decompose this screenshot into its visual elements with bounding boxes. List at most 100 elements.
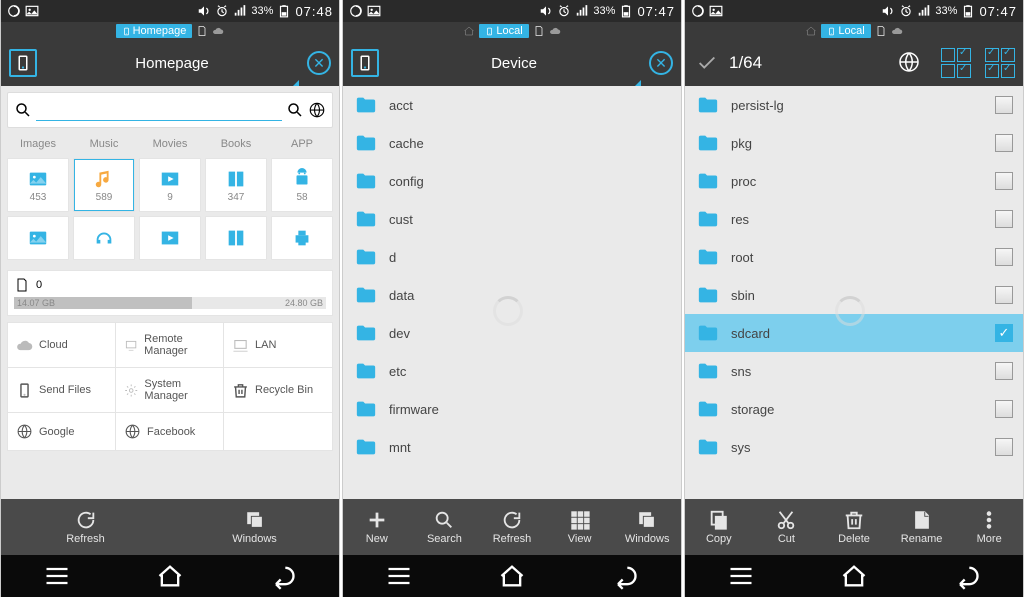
sd-storage-icon bbox=[14, 277, 30, 293]
quick-links: Cloud Remote Manager LAN Send Files Syst… bbox=[7, 322, 333, 451]
folder-row[interactable]: sns bbox=[685, 352, 1023, 390]
tile-images[interactable]: 453 bbox=[7, 158, 69, 212]
folder-icon bbox=[353, 360, 379, 382]
row-checkbox[interactable] bbox=[995, 362, 1013, 380]
folder-row[interactable]: firmware bbox=[343, 390, 681, 428]
search-input[interactable] bbox=[36, 99, 282, 121]
tb-windows[interactable]: Windows bbox=[613, 499, 681, 555]
row-checkbox[interactable] bbox=[995, 248, 1013, 266]
tile-net-images[interactable] bbox=[7, 216, 69, 260]
page-title[interactable]: Device bbox=[491, 55, 537, 72]
folder-row[interactable]: mnt bbox=[343, 428, 681, 466]
row-checkbox[interactable] bbox=[995, 286, 1013, 304]
row-checkbox[interactable] bbox=[995, 400, 1013, 418]
link-google[interactable]: Google bbox=[8, 413, 116, 450]
tb-new[interactable]: New bbox=[343, 499, 411, 555]
breadcrumb[interactable]: Homepage bbox=[1, 22, 339, 40]
row-checkbox[interactable] bbox=[995, 134, 1013, 152]
tb-search[interactable]: Search bbox=[411, 499, 479, 555]
android-icon bbox=[291, 168, 313, 190]
tile-net-movies[interactable] bbox=[139, 216, 201, 260]
tb-refresh[interactable]: Refresh bbox=[1, 499, 170, 555]
tile-movies[interactable]: 9 bbox=[139, 158, 201, 212]
link-lan[interactable]: LAN bbox=[224, 323, 332, 368]
folder-name: etc bbox=[389, 364, 671, 379]
breadcrumb[interactable]: Local bbox=[685, 22, 1023, 40]
folder-row[interactable]: proc bbox=[685, 162, 1023, 200]
row-checkbox[interactable] bbox=[995, 438, 1013, 456]
link-cloud[interactable]: Cloud bbox=[8, 323, 116, 368]
tile-net-music[interactable] bbox=[73, 216, 135, 260]
tb-copy[interactable]: Copy bbox=[685, 499, 753, 555]
nav-home-icon[interactable] bbox=[498, 562, 526, 590]
cat-books[interactable]: Books bbox=[203, 134, 269, 154]
row-checkbox[interactable] bbox=[995, 172, 1013, 190]
select-all-button[interactable] bbox=[985, 48, 1015, 78]
tile-books[interactable]: 347 bbox=[205, 158, 267, 212]
nav-menu-icon[interactable] bbox=[385, 562, 413, 590]
link-send[interactable]: Send Files bbox=[8, 368, 116, 413]
nav-back-icon[interactable] bbox=[611, 562, 639, 590]
cat-movies[interactable]: Movies bbox=[137, 134, 203, 154]
folder-row[interactable]: storage bbox=[685, 390, 1023, 428]
link-remote[interactable]: Remote Manager bbox=[116, 323, 224, 368]
page-search-icon[interactable] bbox=[286, 101, 304, 119]
tile-net-books[interactable] bbox=[205, 216, 267, 260]
select-options-button[interactable] bbox=[941, 48, 971, 78]
storage-panel[interactable]: 0 14.07 GB 24.80 GB bbox=[7, 270, 333, 316]
nav-menu-icon[interactable] bbox=[727, 562, 755, 590]
done-check-button[interactable] bbox=[693, 49, 721, 77]
globe-search-icon[interactable] bbox=[308, 101, 326, 119]
speaker-icon bbox=[197, 4, 211, 18]
folder-row[interactable]: acct bbox=[343, 86, 681, 124]
tile-music[interactable]: 589 bbox=[73, 158, 135, 212]
folder-row[interactable]: persist-lg bbox=[685, 86, 1023, 124]
row-checkbox[interactable] bbox=[995, 324, 1013, 342]
row-checkbox[interactable] bbox=[995, 210, 1013, 228]
row-checkbox[interactable] bbox=[995, 96, 1013, 114]
folder-row[interactable]: cache bbox=[343, 124, 681, 162]
nav-back-icon[interactable] bbox=[269, 562, 297, 590]
nav-back-icon[interactable] bbox=[953, 562, 981, 590]
link-facebook[interactable]: Facebook bbox=[116, 413, 224, 450]
folder-row[interactable]: cust bbox=[343, 200, 681, 238]
folder-name: pkg bbox=[731, 136, 985, 151]
cat-images[interactable]: Images bbox=[5, 134, 71, 154]
folder-row[interactable]: etc bbox=[343, 352, 681, 390]
tb-cut[interactable]: Cut bbox=[753, 499, 821, 555]
global-search-button[interactable] bbox=[897, 50, 923, 76]
refresh-icon bbox=[501, 509, 523, 531]
folder-icon bbox=[353, 322, 379, 344]
folder-icon bbox=[695, 208, 721, 230]
nav-home-icon[interactable] bbox=[156, 562, 184, 590]
folder-row[interactable]: pkg bbox=[685, 124, 1023, 162]
tb-more[interactable]: More bbox=[955, 499, 1023, 555]
tb-delete[interactable]: Delete bbox=[820, 499, 888, 555]
tb-view[interactable]: View bbox=[546, 499, 614, 555]
folder-row[interactable]: d bbox=[343, 238, 681, 276]
nav-menu-icon[interactable] bbox=[43, 562, 71, 590]
home-icon bbox=[463, 25, 475, 37]
folder-name: mnt bbox=[389, 440, 671, 455]
tile-net-apps[interactable] bbox=[271, 216, 333, 260]
close-tab-button[interactable]: ✕ bbox=[649, 51, 673, 75]
link-recycle[interactable]: Recycle Bin bbox=[224, 368, 332, 413]
cat-app[interactable]: APP bbox=[269, 134, 335, 154]
tb-refresh[interactable]: Refresh bbox=[478, 499, 546, 555]
folder-row[interactable]: config bbox=[343, 162, 681, 200]
tb-windows[interactable]: Windows bbox=[170, 499, 339, 555]
close-tab-button[interactable]: ✕ bbox=[307, 51, 331, 75]
search-icon[interactable] bbox=[14, 101, 32, 119]
cat-music[interactable]: Music bbox=[71, 134, 137, 154]
folder-row[interactable]: res bbox=[685, 200, 1023, 238]
breadcrumb[interactable]: Local bbox=[343, 22, 681, 40]
page-title[interactable]: Homepage bbox=[135, 55, 208, 72]
folder-row[interactable]: root bbox=[685, 238, 1023, 276]
folder-row[interactable]: sys bbox=[685, 428, 1023, 466]
tb-rename[interactable]: Rename bbox=[888, 499, 956, 555]
tabs-icon[interactable] bbox=[9, 49, 37, 77]
nav-home-icon[interactable] bbox=[840, 562, 868, 590]
tile-apps[interactable]: 58 bbox=[271, 158, 333, 212]
link-system[interactable]: System Manager bbox=[116, 368, 224, 413]
tabs-icon[interactable] bbox=[351, 49, 379, 77]
